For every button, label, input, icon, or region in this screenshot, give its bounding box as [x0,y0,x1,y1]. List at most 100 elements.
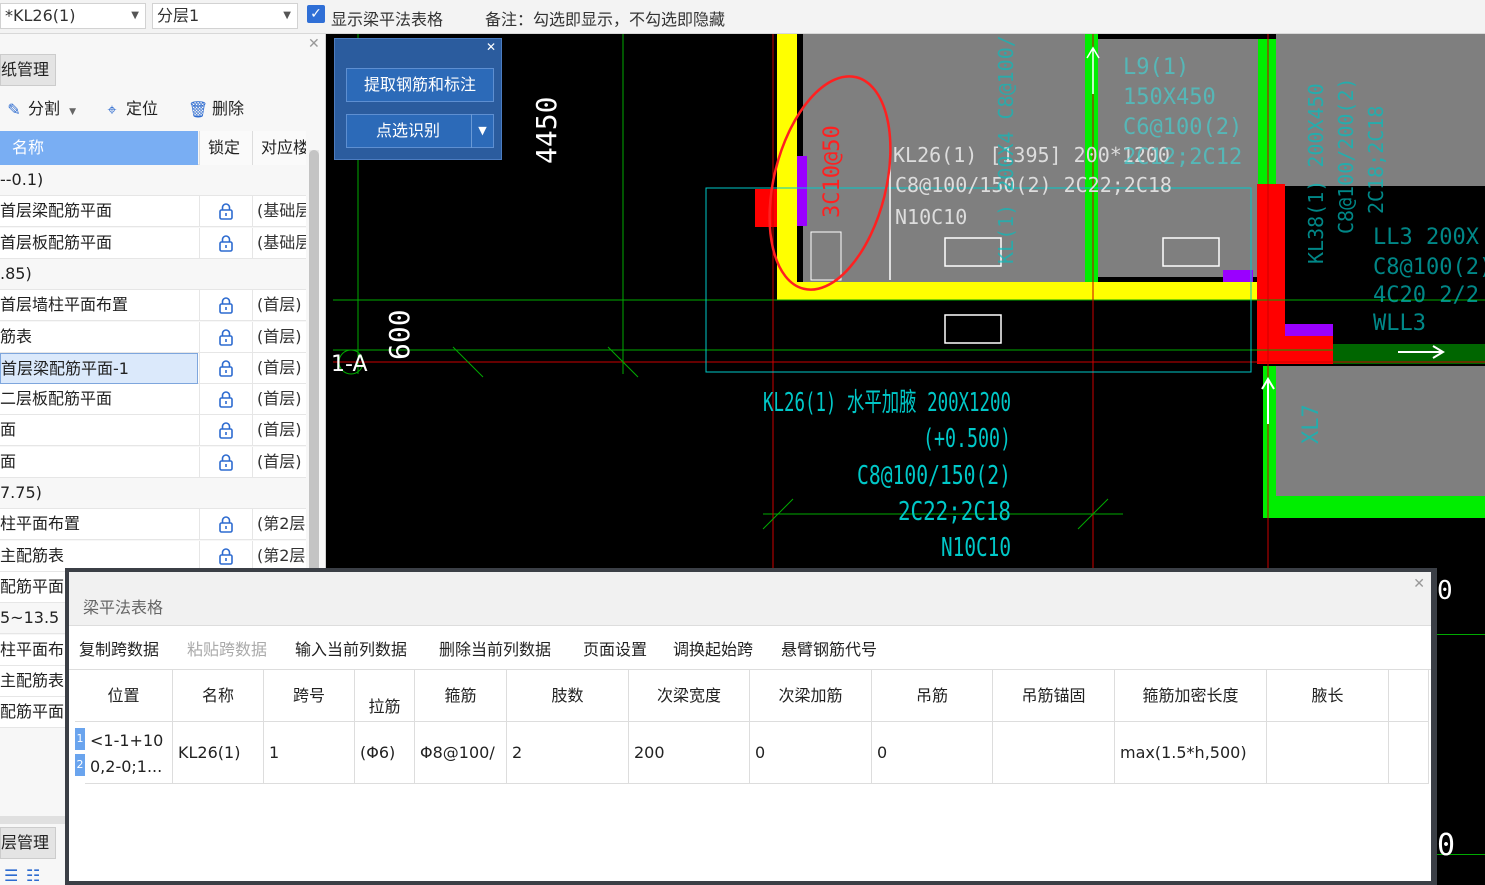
cell-sec-add[interactable]: 0 [750,722,872,784]
list-item-name: .85) [0,263,32,283]
extract-rebar-button[interactable]: 提取钢筋和标注 [346,68,494,102]
cell-name[interactable]: KL26(1) [173,722,264,784]
close-icon[interactable]: ✕ [1413,576,1425,592]
col-sec-width[interactable]: 次梁宽度 [629,670,750,722]
cad-white-annot-2: C8@100/150(2) 2C22;2C18 [895,173,1172,197]
lock-icon[interactable] [199,384,251,416]
lock-icon[interactable] [199,196,251,228]
input-column-data-button[interactable]: 输入当前列数据 [295,636,407,660]
toolbar-note: 备注：勾选即显示，不勾选即隐藏 [485,10,726,29]
close-icon[interactable]: ✕ [486,40,496,54]
paste-span-data-button[interactable]: 粘贴跨数据 [187,636,267,660]
list-item-floor: (首层) [252,415,306,447]
split-icon: ✎ [7,99,21,119]
cell-position[interactable]: <1-1+10 0,2-0;1... [85,722,173,784]
layer-list-icon[interactable]: ☷ [26,866,40,885]
cell-legs[interactable]: 2 [507,722,629,784]
layer-manager-tab[interactable]: 层管理 [0,827,56,859]
list-item[interactable]: 柱平面布置 (第2层) [0,509,306,541]
cad-grid-line-right [1437,634,1485,635]
dialog-title-text: 梁平法表格 [83,598,164,617]
lock-icon[interactable] [199,227,251,259]
col-tie[interactable]: 拉筋 [355,670,415,722]
col-legs[interactable]: 肢数 [507,670,629,722]
pick-recognize-dropdown[interactable]: ▼ [471,114,493,148]
list-item-name: 面 [0,420,17,440]
col-span[interactable]: 跨号 [264,670,355,722]
lock-icon[interactable] [199,540,251,572]
col-name[interactable]: 名称 [173,670,264,722]
lock-icon[interactable] [199,321,251,353]
layer-tool-icon[interactable]: ☰ [4,866,18,885]
list-item[interactable]: 面 (首层) [0,446,306,478]
lock-icon[interactable] [199,509,251,541]
list-item-name: 首层墙柱平面布置 [0,295,129,315]
row-mark-1[interactable]: 1 [75,728,85,750]
list-item-name: 首层梁配筋平面-1 [0,352,198,384]
dialog-toolbar: 复制跨数据 粘贴跨数据 输入当前列数据 删除当前列数据 页面设置 调换起始跨 悬… [69,626,1431,670]
page-setup-button[interactable]: 页面设置 [583,636,647,660]
list-item-name: 筋表 [0,326,33,346]
column-lock[interactable]: 锁定 [199,131,252,165]
col-sec-add[interactable]: 次梁加筋 [750,670,872,722]
col-stirrup[interactable]: 箍筋 [415,670,507,722]
split-label: 分割 [28,99,61,118]
cad-cyan-annot-3: C8@100/150(2) [857,461,1011,491]
cad-canvas[interactable]: 4450 600 1-A 3C10@50 KL26(1) [1395] 200*… [333,34,1485,569]
cad-edge-digit-top: 0 [1437,576,1453,606]
list-scrollbar-thumb[interactable] [309,150,319,580]
lock-icon[interactable] [199,290,251,322]
cad-right-text-2: C8@100(2) [1373,255,1485,280]
cell-hanger[interactable]: 0 [872,722,993,784]
cell-stirrup[interactable]: Φ8@100/ [415,722,507,784]
list-item[interactable]: --0.1) [0,165,306,196]
col-hanger[interactable]: 吊筋 [872,670,993,722]
split-button[interactable]: ✎ 分割 ▼ [4,94,76,124]
cad-axis-label: 1-A [333,352,368,377]
drawing-manager-tab[interactable]: 纸管理 [0,54,56,86]
column-name[interactable]: 名称 [0,131,198,165]
list-item[interactable]: 首层板配筋平面 (基础层) [0,227,306,259]
delete-column-data-button[interactable]: 删除当前列数据 [439,636,551,660]
list-item[interactable]: 首层梁配筋平面-1 (首层) [0,352,306,384]
cell-tie[interactable]: (Φ6) [355,722,415,784]
lock-icon[interactable] [199,352,251,384]
copy-span-data-button[interactable]: 复制跨数据 [79,636,159,660]
list-item[interactable]: 主配筋表 (第2层) [0,540,306,572]
col-haunch[interactable]: 腋长 [1267,670,1389,722]
show-table-checkbox[interactable]: ✓ [307,5,325,23]
column-correspond[interactable]: 对应楼 [252,131,306,165]
list-item[interactable]: .85) [0,258,306,290]
col-position[interactable]: 位置 [75,670,173,722]
drawing-select[interactable]: *KL26(1) ▼ [0,3,146,29]
cell-hanger-anchor[interactable] [993,722,1115,784]
col-dense-length[interactable]: 箍筋加密长度 [1115,670,1267,722]
cantilever-code-button[interactable]: 悬臂钢筋代号 [781,636,877,660]
close-icon[interactable]: ✕ [308,36,320,52]
list-item[interactable]: 7.75) [0,478,306,509]
top-toolbar: *KL26(1) ▼ 分层1 ▼ ✓ 显示梁平法表格 备注：勾选即显示，不勾选即… [0,0,1485,34]
list-item[interactable]: 首层梁配筋平面 (基础层) [0,196,306,228]
list-item[interactable]: 筋表 (首层) [0,321,306,353]
cell-dense-length[interactable]: max(1.5*h,500) [1115,722,1267,784]
cad-dim-600: 600 [383,309,416,360]
cell-sec-width[interactable]: 200 [629,722,750,784]
layer-select[interactable]: 分层1 ▼ [152,3,298,29]
list-item[interactable]: 面 (首层) [0,415,306,447]
row-mark-2[interactable]: 2 [75,754,85,776]
lock-icon[interactable] [199,446,251,478]
locate-button[interactable]: ⌖ 定位 [102,94,158,124]
col-extra [1389,670,1429,722]
chevron-down-icon: ▼ [478,124,487,137]
list-item-floor: (第2层) [252,509,306,541]
list-item[interactable]: 二层板配筋平面 (首层) [0,384,306,416]
cad-yellow-beam-horizontal [777,282,1267,300]
col-hanger-anchor[interactable]: 吊筋锚固 [993,670,1115,722]
cad-red-rebar-text: 3C10@50 [820,125,845,218]
cell-span[interactable]: 1 [264,722,355,784]
delete-button[interactable]: 🗑 删除 [188,94,244,124]
cell-haunch[interactable] [1267,722,1389,784]
lock-icon[interactable] [199,415,251,447]
list-item[interactable]: 首层墙柱平面布置 (首层) [0,290,306,322]
swap-start-span-button[interactable]: 调换起始跨 [673,636,753,660]
